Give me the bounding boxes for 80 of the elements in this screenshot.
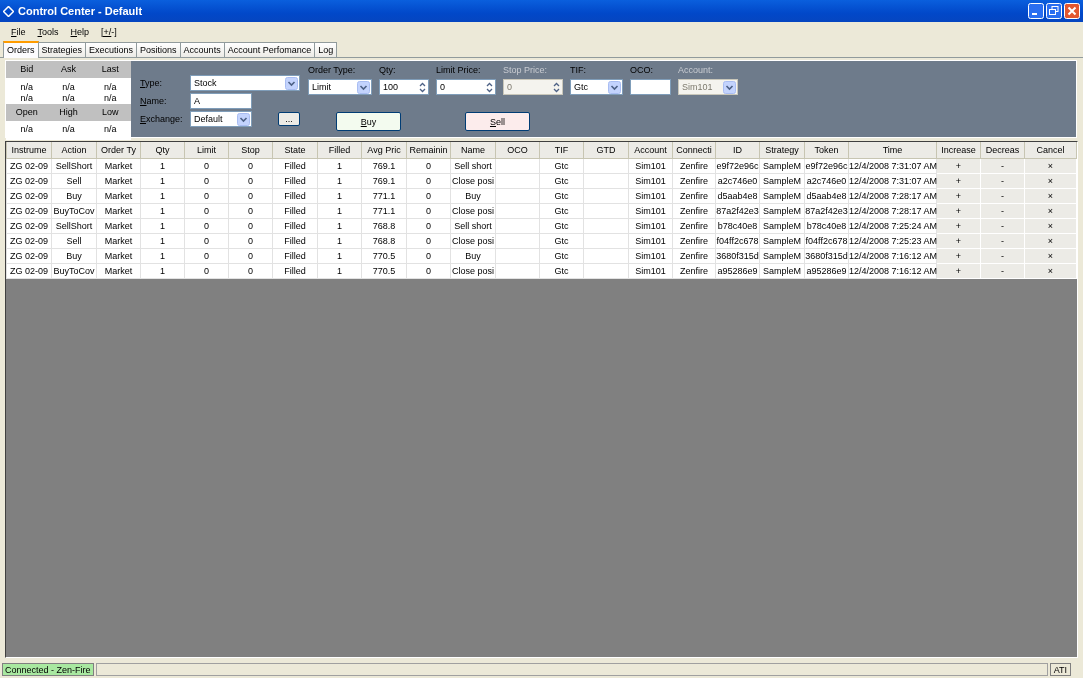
column-header[interactable]: Remainin (406, 142, 451, 158)
quote-value: n/a (102, 93, 118, 104)
tab[interactable]: Log (314, 42, 338, 57)
column-header[interactable]: Limit (184, 142, 229, 158)
input-field[interactable] (630, 79, 671, 95)
spinner-arrows-icon[interactable] (552, 80, 561, 94)
dropdown[interactable]: Stock (190, 75, 300, 91)
tab[interactable]: Accounts (179, 42, 225, 57)
column-header[interactable]: Strategy (759, 142, 805, 158)
input-field[interactable]: A (190, 93, 252, 109)
column-header[interactable]: Account (628, 142, 673, 158)
field-label: OCO: (630, 65, 654, 75)
quote-header: Low (100, 106, 120, 119)
status-text: ATI (1049, 662, 1071, 676)
column-header[interactable]: Instrume (6, 142, 52, 158)
field-label: Order Type: (308, 65, 357, 75)
quote-header: Last (100, 63, 120, 76)
field-label: Name: (140, 96, 168, 106)
menu-item[interactable]: Tools (31, 26, 65, 37)
quote-header: Open (14, 106, 39, 119)
column-header[interactable]: ID (715, 142, 760, 158)
column-header[interactable]: Decreas (980, 142, 1025, 158)
quote-value: n/a (102, 124, 118, 135)
field-label: Exchange: (140, 114, 184, 124)
column-header[interactable]: OCO (495, 142, 540, 158)
field-label: Qty: (379, 65, 397, 75)
dropdown[interactable]: Gtc (570, 79, 623, 95)
column-header[interactable]: Filled (317, 142, 362, 158)
field-label: Type: (140, 78, 164, 88)
column-header[interactable]: Name (450, 142, 496, 158)
spinner-arrows-icon[interactable] (418, 80, 427, 94)
column-header[interactable]: Increase (936, 142, 981, 158)
connection-status: Connected - Zen-Fire (2, 662, 94, 676)
quote-value: n/a (19, 93, 35, 104)
tab[interactable]: Positions (136, 42, 181, 57)
quote-value: n/a (102, 82, 118, 93)
column-header[interactable]: Stop (228, 142, 273, 158)
quote-value: n/a (19, 124, 35, 135)
tab[interactable]: Strategies (37, 42, 87, 57)
menu-item[interactable]: File (5, 26, 32, 37)
menu-item[interactable]: Help (64, 26, 96, 37)
spinner-field[interactable]: 100 (379, 79, 429, 95)
column-header[interactable]: Cancel (1024, 142, 1077, 158)
column-header[interactable]: Token (804, 142, 849, 158)
column-header[interactable]: Action (51, 142, 97, 158)
quote-value: n/a (61, 124, 76, 135)
quote-value: n/a (19, 82, 35, 93)
column-header[interactable]: Time (848, 142, 937, 158)
column-header[interactable]: GTD (583, 142, 629, 158)
column-header[interactable]: Order Ty (96, 142, 141, 158)
field-label: Stop Price: (503, 65, 549, 75)
column-header[interactable]: TIF (539, 142, 584, 158)
browse-button[interactable]: ... (278, 112, 300, 126)
column-header[interactable]: Avg Pric (361, 142, 407, 158)
column-header[interactable]: State (272, 142, 318, 158)
column-header[interactable]: Connecti (672, 142, 716, 158)
quote-header: Ask (60, 63, 77, 76)
quote-value: n/a (61, 93, 76, 104)
tab[interactable]: Executions (85, 42, 138, 57)
restore-button[interactable] (1046, 3, 1062, 19)
menu-item[interactable]: [+/-] (95, 26, 123, 37)
quote-header: Bid (19, 63, 35, 76)
minimize-button[interactable] (1028, 3, 1044, 19)
window-title: Control Center - Default (18, 5, 144, 17)
buy-button[interactable]: Buy (336, 112, 401, 131)
app-icon (3, 5, 14, 17)
dropdown[interactable]: Default (190, 111, 252, 127)
quote-header: High (58, 106, 79, 119)
sell-button[interactable]: Sell (465, 112, 530, 131)
close-button[interactable] (1064, 3, 1080, 19)
quote-value: n/a (61, 82, 76, 93)
field-label: TIF: (570, 65, 587, 75)
spinner-field[interactable]: 0 (436, 79, 496, 95)
column-header[interactable]: Qty (140, 142, 185, 158)
field-label: Limit Price: (436, 65, 482, 75)
field-label: Account: (678, 65, 715, 75)
tab[interactable]: Account Perfomance (223, 42, 316, 57)
tab[interactable]: Orders (3, 41, 39, 58)
spinner-arrows-icon[interactable] (485, 80, 494, 94)
dropdown[interactable]: Limit (308, 79, 372, 95)
